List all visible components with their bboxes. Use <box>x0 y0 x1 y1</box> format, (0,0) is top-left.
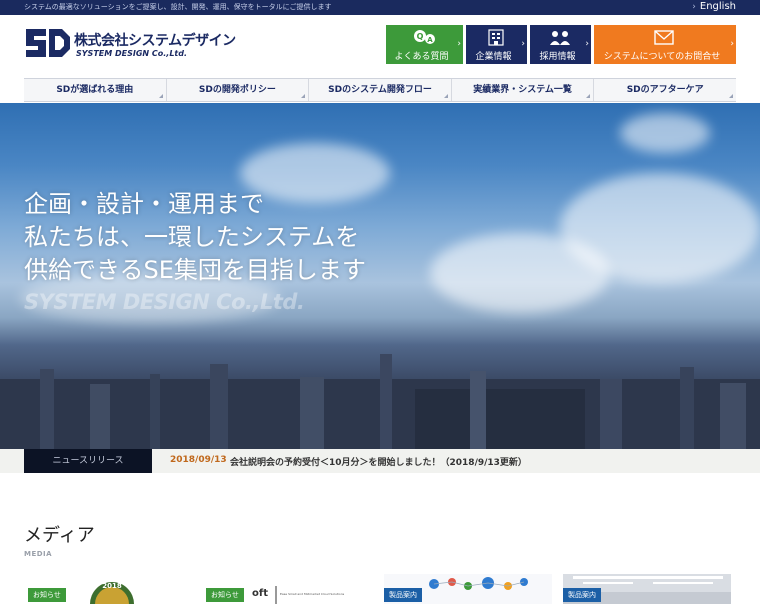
media-section-subtitle: MEDIA <box>24 550 53 558</box>
contact-button-label: システムについてのお問合せ <box>603 52 721 62</box>
card-thumb-caption: Ease Small and Midmarket Cloud Solutions <box>280 592 345 596</box>
building-icon <box>488 29 504 46</box>
nav-item-label: SDの開発ポリシー <box>198 85 276 95</box>
news-date: 2018/09/13 <box>170 455 227 465</box>
city-skyline <box>0 354 760 449</box>
language-label: English <box>699 1 736 12</box>
chevron-right-icon: › <box>457 39 461 49</box>
nav-item-reasons[interactable]: SDが選ばれる理由 <box>24 79 166 101</box>
company-name-jp: 株式会社システムデザイン <box>74 33 236 49</box>
corner-arrow-icon <box>586 94 591 98</box>
chevron-right-icon: › <box>585 39 589 49</box>
site-tagline: システムの最適なソリューションをご提案し、設計、開発、運用、保守をトータルにご提… <box>24 3 332 11</box>
faq-button[interactable]: Q A よくある質問 › <box>386 25 463 64</box>
top-bar: システムの最適なソリューションをご提案し、設計、開発、運用、保守をトータルにご提… <box>0 0 760 15</box>
chevron-right-icon: › <box>521 39 525 49</box>
card-thumb-text: oft <box>252 588 268 599</box>
recruit-info-label: 採用情報 <box>539 52 576 62</box>
hero-copy: 企画・設計・運用まで 私たちは、一環したシステムを 供給できるSE集団を目指しま… <box>24 188 366 287</box>
hero-cloud <box>620 113 710 153</box>
nav-item-flow[interactable]: SDのシステム開発フロー <box>308 79 451 101</box>
svg-text:A: A <box>427 36 433 44</box>
card-thumb-text: 2018 <box>102 582 122 590</box>
site-header: 株式会社システムデザイン SYSTEM DESIGN Co.,Ltd. Q A … <box>0 15 760 78</box>
nav-item-label: SDのアフターケア <box>626 85 704 95</box>
news-release-tab[interactable]: ニュースリリース <box>24 449 152 473</box>
corner-arrow-icon <box>158 94 163 98</box>
people-icon <box>550 31 570 45</box>
nav-item-aftercare[interactable]: SDのアフターケア <box>593 79 736 101</box>
hero-line-2: 私たちは、一環したシステムを <box>24 223 360 251</box>
faq-button-label: よくある質問 <box>394 52 449 62</box>
news-title-link[interactable]: 会社説明会の予約受付＜10月分＞を開始しました！（2018/9/13更新） <box>230 455 527 468</box>
recruit-info-button[interactable]: 採用情報 › <box>530 25 591 64</box>
svg-text:Q: Q <box>417 32 424 41</box>
corner-arrow-icon <box>443 94 448 98</box>
global-nav: SDが選ばれる理由 SDの開発ポリシー SDのシステム開発フロー 実績業界・シス… <box>24 78 736 102</box>
nav-item-policy[interactable]: SDの開発ポリシー <box>165 79 309 101</box>
nav-item-label: SDのシステム開発フロー <box>328 85 432 95</box>
contact-button[interactable]: システムについてのお問合せ › <box>594 25 736 64</box>
chevron-right-icon: › <box>730 39 734 49</box>
faq-chat-icon: Q A <box>414 30 435 44</box>
company-name-en: SYSTEM DESIGN Co.,Ltd. <box>76 49 188 58</box>
nav-item-label: SDが選ばれる理由 <box>56 85 134 95</box>
company-info-button[interactable]: 企業情報 › <box>466 25 527 64</box>
hero-cloud <box>430 233 610 313</box>
sd-logo-mark-icon <box>26 29 70 57</box>
mail-icon <box>654 30 674 45</box>
hero-banner: 企画・設計・運用まで 私たちは、一環したシステムを 供給できるSE集団を目指しま… <box>0 103 760 449</box>
corner-arrow-icon <box>301 94 306 98</box>
nav-item-label: 実績業界・システム一覧 <box>473 85 572 95</box>
chevron-right-icon: › <box>692 2 696 12</box>
hero-line-1: 企画・設計・運用まで <box>24 190 264 218</box>
media-section-title: メディア <box>24 525 95 546</box>
hero-watermark: SYSTEM DESIGN Co.,Ltd. <box>24 290 305 314</box>
company-info-label: 企業情報 <box>475 52 512 62</box>
language-switch-link[interactable]: › English <box>692 1 736 12</box>
news-ticker: ニュースリリース 2018/09/13 会社説明会の予約受付＜10月分＞を開始し… <box>0 449 760 473</box>
corner-arrow-icon <box>728 94 733 98</box>
hero-line-3: 供給できるSE集団を目指します <box>24 256 366 284</box>
nav-item-results[interactable]: 実績業界・システム一覧 <box>450 79 594 101</box>
company-logo[interactable]: 株式会社システムデザイン SYSTEM DESIGN Co.,Ltd. <box>24 27 236 63</box>
